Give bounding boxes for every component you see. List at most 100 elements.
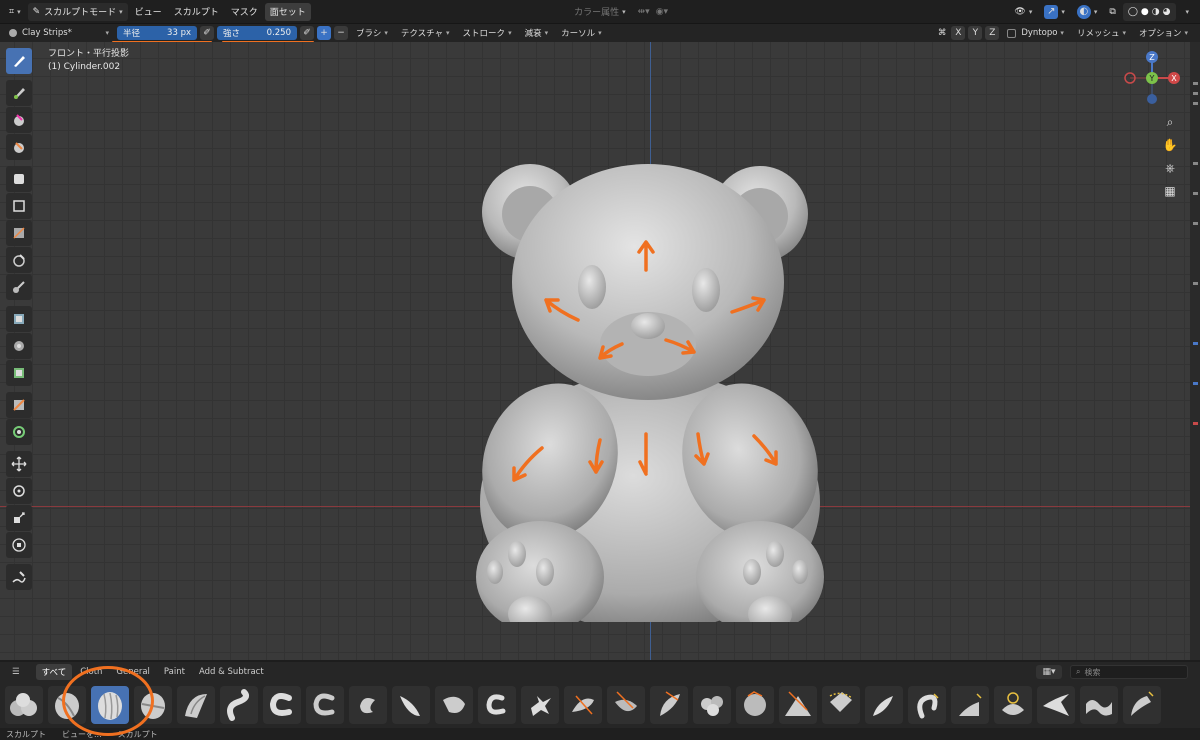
brush-thumb-multiplane[interactable] <box>693 686 731 724</box>
brush-thumb-cloth[interactable] <box>1080 686 1118 724</box>
pan-hand-icon[interactable]: ✋ <box>1160 135 1180 155</box>
menu-face-sets[interactable]: 面セット <box>264 2 311 21</box>
brush-thumb-smooth[interactable] <box>478 686 516 724</box>
rotate-icon <box>13 485 25 497</box>
tab-all[interactable]: すべて <box>35 664 73 680</box>
tool-flatten[interactable] <box>6 274 32 300</box>
brush-selector[interactable]: Clay Strips* ▾ <box>4 26 114 40</box>
navigation-gizmo[interactable]: Z X Y <box>1124 50 1180 106</box>
tool-snake-hook[interactable] <box>6 333 32 359</box>
remesh-menu[interactable]: リメッシュ ▾ <box>1072 26 1131 40</box>
brush-thumb-simplify[interactable] <box>1123 686 1161 724</box>
grid-toggle-icon[interactable]: ▦ <box>1160 181 1180 201</box>
menu-mask[interactable]: マスク <box>226 3 263 21</box>
brush-thumb-draw-sharp[interactable] <box>306 686 344 724</box>
shading-modes[interactable]: ◯ ● ◑ ◕ <box>1122 2 1176 21</box>
brush-thumb-slide-relax[interactable] <box>994 686 1032 724</box>
brush-thumb-layer[interactable] <box>349 686 387 724</box>
tool-annotate[interactable] <box>6 564 32 590</box>
brush-thumb-blob-drop[interactable] <box>435 686 473 724</box>
brush-thumb-snake-hook[interactable] <box>521 686 559 724</box>
options-label: オプション <box>1138 29 1182 39</box>
teddy-bear-mesh[interactable] <box>470 122 830 622</box>
add-direction-button[interactable]: + <box>317 26 331 40</box>
tool-draw-sharp[interactable] <box>6 80 32 106</box>
gizmo-toggle[interactable]: ↗ ▾ <box>1039 3 1070 21</box>
texture-menu[interactable]: テクスチャ ▾ <box>396 26 455 40</box>
xray-toggle[interactable]: ⧉ <box>1104 3 1120 21</box>
tool-rotate[interactable] <box>6 478 32 504</box>
editor-type-button[interactable]: ⌗ ▾ <box>4 3 26 21</box>
strength-field[interactable]: 強さ 0.250 <box>217 26 297 40</box>
mode-selector[interactable]: ✎ スカルプトモード ▾ <box>27 2 128 21</box>
brush-thumb-pose[interactable] <box>865 686 903 724</box>
strength-pressure-button[interactable]: ✐ <box>300 26 314 40</box>
visibility-toggle[interactable]: 👁 ▾ <box>1009 3 1037 21</box>
brush-thumb-draw[interactable] <box>263 686 301 724</box>
brush-thumb-elastic[interactable] <box>822 686 860 724</box>
tool-box-mask[interactable] <box>6 419 32 445</box>
brush-thumb-fill[interactable] <box>607 686 645 724</box>
brush-thumb-inflate[interactable] <box>392 686 430 724</box>
tool-transform[interactable] <box>6 532 32 558</box>
brush-thumb-crease[interactable] <box>177 686 215 724</box>
zoom-icon[interactable]: ⌕ <box>1160 112 1180 132</box>
tool-clay[interactable] <box>6 107 32 133</box>
tool-crease[interactable] <box>6 220 32 246</box>
draw-brush-icon <box>14 56 25 67</box>
shelf-search-input[interactable]: ⌕ 検索 <box>1070 665 1188 679</box>
tool-layer[interactable] <box>6 134 32 160</box>
brush-menu[interactable]: ブラシ ▾ <box>351 26 393 40</box>
brush-thumb-pinch[interactable] <box>736 686 774 724</box>
brush-thumb-grab[interactable] <box>779 686 817 724</box>
clay-icon <box>14 114 24 126</box>
radius-field[interactable]: 半径 33 px <box>117 26 197 40</box>
symmetry-lock-icon[interactable]: ⌘ <box>936 26 949 40</box>
gizmo-icon: ↗ <box>1044 4 1059 19</box>
mirror-z-toggle[interactable]: Z <box>985 26 1000 40</box>
mirror-y-toggle[interactable]: Y <box>968 26 983 40</box>
cursor-menu[interactable]: カーソル ▾ <box>556 26 607 40</box>
object-name: (1) Cylinder.002 <box>48 62 121 72</box>
tool-grab[interactable] <box>6 306 32 332</box>
shelf-menu-icon[interactable]: ☰ <box>6 665 26 679</box>
stroke-menu[interactable]: ストローク ▾ <box>458 26 517 40</box>
tab-add-subtract[interactable]: Add & Subtract <box>193 665 270 679</box>
falloff-menu-label: 減衰 <box>524 29 542 39</box>
menu-sculpt[interactable]: スカルプト <box>169 3 224 21</box>
brush-thumb-boundary[interactable] <box>1037 686 1075 724</box>
tool-blob[interactable] <box>6 193 32 219</box>
brush-thumb-scrape[interactable] <box>650 686 688 724</box>
color-attribute-dropdown[interactable]: カラー属性 ▾ ⇹▾ ◉▾ <box>569 3 673 21</box>
overlay-icon: ◐ <box>1076 4 1091 19</box>
options-menu[interactable]: オプション ▾ <box>1134 26 1193 40</box>
dyntopo-toggle[interactable]: Dyntopo ▾ <box>1002 26 1069 40</box>
camera-icon[interactable]: ⎈ <box>1160 158 1180 178</box>
blender-window: ⌗ ▾ ✎ スカルプトモード ▾ ビュー スカルプト マスク 面セット カラー属性… <box>0 0 1200 740</box>
tool-smooth[interactable] <box>6 247 32 273</box>
shading-options[interactable]: ▾ <box>1178 3 1195 21</box>
brush-thumb-rotate[interactable] <box>951 686 989 724</box>
overlay-toggle[interactable]: ◐ ▾ <box>1072 3 1103 21</box>
mirror-x-toggle[interactable]: X <box>951 26 966 40</box>
3d-viewport[interactable]: フロント・平行投影 (1) Cylinder.002 Z X Y ⌕ ✋ ⎈ ▦ <box>0 42 1190 660</box>
tool-thumb[interactable] <box>6 360 32 386</box>
chevron-down-icon: ▾ <box>1122 29 1126 37</box>
tool-draw[interactable] <box>6 48 32 74</box>
tool-move[interactable] <box>6 451 32 477</box>
subtract-direction-button[interactable]: − <box>334 26 348 40</box>
tool-mask[interactable] <box>6 392 32 418</box>
brush-thumb-flatten[interactable] <box>564 686 602 724</box>
brush-thumb-blob[interactable] <box>5 686 43 724</box>
right-region-strip[interactable] <box>1190 42 1200 660</box>
tool-scale[interactable] <box>6 505 32 531</box>
radius-pressure-button[interactable]: ✐ <box>200 26 214 40</box>
menu-view[interactable]: ビュー <box>130 3 167 21</box>
tool-inflate[interactable] <box>6 166 32 192</box>
shelf-display-toggle[interactable]: ▦▾ <box>1036 665 1062 679</box>
tab-paint[interactable]: Paint <box>158 665 191 679</box>
annotation-circle <box>62 666 154 736</box>
brush-thumb-nudge[interactable] <box>908 686 946 724</box>
brush-thumb-crease-sharp[interactable] <box>220 686 258 724</box>
falloff-menu[interactable]: 減衰 ▾ <box>520 26 554 40</box>
